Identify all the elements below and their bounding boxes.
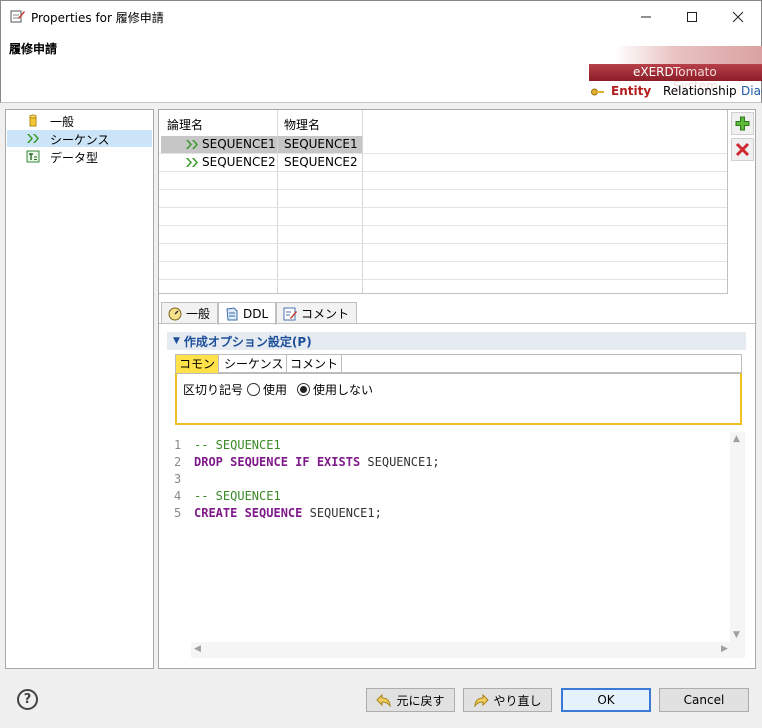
key-icon: [591, 88, 604, 96]
delimiter-options: 区切り記号 使用 使用しない: [183, 381, 373, 398]
delimiter-label: 区切り記号: [183, 383, 244, 397]
restore-defaults-button[interactable]: 元に戻す: [366, 688, 455, 712]
radio-not-use[interactable]: [297, 383, 311, 396]
cell-physical-name: SEQUENCE1: [278, 136, 362, 153]
table-row[interactable]: SEQUENCE1 SEQUENCE1: [159, 136, 727, 154]
brand-bar: eXERD Tomato System: [589, 64, 762, 93]
close-icon: [732, 11, 744, 22]
table-row: [159, 208, 727, 226]
tab-general[interactable]: 一般: [161, 302, 218, 324]
line-number: 5: [174, 506, 182, 520]
tab-ddl[interactable]: DDL: [218, 302, 276, 325]
sequence-icon: [186, 158, 198, 167]
tab-comment[interactable]: コメント: [276, 302, 357, 324]
table-row: [159, 226, 727, 244]
line-number: 3: [174, 472, 182, 486]
tree-item-datatype[interactable]: データ型: [7, 148, 152, 165]
tree-item-label: シーケンス: [50, 133, 110, 147]
code-text: -- SEQUENCE1: [194, 438, 281, 452]
delete-sequence-button[interactable]: [731, 138, 754, 161]
table-row: [159, 172, 727, 190]
minimize-icon: [641, 16, 651, 17]
redo-arrow-icon: [474, 693, 490, 707]
redo-button[interactable]: やり直し: [463, 688, 552, 712]
sequence-icon: [27, 134, 39, 143]
line-number: 2: [174, 455, 182, 469]
window-title: Properties for 履修申請: [31, 11, 164, 25]
minimize-button[interactable]: [623, 1, 669, 32]
sequence-icon: [186, 140, 198, 149]
horizontal-scrollbar[interactable]: ◀ ▶: [191, 642, 745, 658]
table-row: [159, 190, 727, 208]
brand-name: eXERD: [633, 65, 674, 79]
title-bar: Properties for 履修申請: [0, 0, 762, 31]
nav-relationship[interactable]: Relationship: [663, 84, 737, 98]
option-content: 区切り記号 使用 使用しない: [175, 373, 742, 425]
maximize-button[interactable]: [669, 1, 715, 32]
exerd-banner: eXERD Tomato System Entity Relationship …: [585, 46, 762, 102]
comment-icon: [283, 307, 297, 320]
nav-entity[interactable]: Entity: [611, 84, 651, 98]
subtab-common[interactable]: コモン: [176, 355, 220, 373]
vertical-scrollbar[interactable]: ▲ ▼: [730, 432, 745, 642]
radio-use-label: 使用: [263, 383, 288, 397]
scroll-left-icon[interactable]: ◀: [194, 644, 201, 654]
properties-icon: [10, 10, 25, 23]
column-header-physical[interactable]: 物理名: [284, 116, 320, 133]
code-text: DROP SEQUENCE IF EXISTS SEQUENCE1;: [194, 455, 440, 469]
close-button[interactable]: [715, 1, 761, 32]
maximize-icon: [687, 11, 697, 22]
undo-arrow-icon: [376, 693, 391, 707]
cell-physical-name: SEQUENCE2: [284, 155, 358, 169]
tree-item-sequence[interactable]: シーケンス: [7, 130, 152, 147]
page-title: 履修申請: [9, 42, 58, 56]
cancel-button[interactable]: Cancel: [659, 688, 749, 712]
subtab-sequence[interactable]: シーケンス: [221, 355, 288, 373]
code-text: -- SEQUENCE1: [194, 489, 281, 503]
option-subtabs: コモン シーケンス コメント: [175, 354, 742, 373]
scroll-right-icon[interactable]: ▶: [721, 644, 728, 654]
tab-label: 一般: [186, 307, 211, 321]
ok-button[interactable]: OK: [561, 688, 651, 712]
gauge-icon: [168, 307, 182, 320]
radio-use[interactable]: [247, 383, 261, 396]
table-row[interactable]: SEQUENCE2 SEQUENCE2: [159, 154, 727, 172]
property-tree: 一般 シーケンス データ型: [5, 109, 154, 669]
cell-logical-name: SEQUENCE1: [202, 137, 276, 151]
cell-logical-name: SEQUENCE2: [202, 155, 276, 169]
property-page: 論理名 物理名 SEQUENCE1 SEQUENCE1 SEQUENCE2 SE…: [158, 109, 757, 669]
ddl-icon: [226, 307, 238, 321]
scroll-up-icon[interactable]: ▲: [733, 434, 740, 444]
help-button[interactable]: ?: [17, 689, 38, 710]
tab-label: DDL: [243, 307, 269, 321]
table-row: [159, 244, 727, 262]
plus-icon: [735, 116, 750, 131]
page-header: 履修申請 eXERD Tomato System Entity Relation…: [0, 31, 762, 103]
help-icon: ?: [23, 692, 32, 707]
ddl-editor[interactable]: 1 -- SEQUENCE1 2 DROP SEQUENCE IF EXISTS SE…: [167, 432, 745, 658]
add-sequence-button[interactable]: [731, 112, 754, 135]
tree-item-general[interactable]: 一般: [7, 112, 152, 129]
expand-arrow-icon: ▼: [173, 336, 180, 346]
subtab-comment[interactable]: コメント: [287, 355, 343, 373]
table-row: [159, 262, 727, 280]
creation-options-section[interactable]: ▼ 作成オプション設定(P): [167, 332, 746, 350]
delete-x-icon: [735, 142, 750, 157]
tree-item-label: 一般: [50, 115, 75, 129]
cylinder-icon: [29, 114, 37, 127]
scroll-down-icon[interactable]: ▼: [733, 630, 740, 640]
sequence-table: 論理名 物理名 SEQUENCE1 SEQUENCE1 SEQUENCE2 SE…: [159, 110, 728, 294]
code-text: CREATE SEQUENCE SEQUENCE1;: [194, 506, 382, 520]
column-header-logical[interactable]: 論理名: [167, 116, 203, 133]
datatype-icon: [26, 150, 40, 163]
tree-item-label: データ型: [50, 151, 99, 165]
radio-not-use-label: 使用しない: [313, 383, 374, 397]
nav-diagram[interactable]: Diag: [741, 84, 762, 98]
tab-label: コメント: [301, 307, 350, 321]
section-title: 作成オプション設定(P): [183, 334, 312, 349]
line-number: 4: [174, 489, 182, 503]
line-number: 1: [174, 438, 182, 452]
